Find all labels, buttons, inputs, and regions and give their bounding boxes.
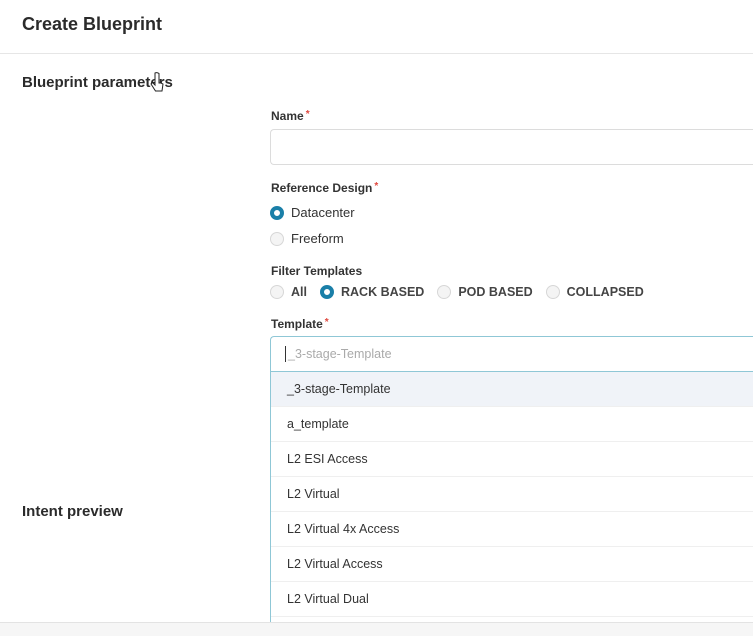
filter-option-rack-based[interactable]: RACK BASED [319,285,425,299]
radio-unchecked-icon[interactable] [545,285,560,299]
dropdown-option[interactable]: _3-stage-Template [271,372,753,407]
name-label: Name * [271,109,310,123]
option-label: COLLAPSED [566,285,644,299]
template-dropdown-menu: _3-stage-Template a_template L2 ESI Acce… [270,372,753,622]
reference-design-label: Reference Design * [271,181,378,195]
filter-option-all[interactable]: All [270,285,307,299]
option-label: RACK BASED [340,285,425,299]
filter-option-pod-based[interactable]: POD BASED [437,285,533,299]
template-label-text: Template [271,317,323,331]
dropdown-option[interactable]: L2 Virtual Dual [271,582,753,617]
page-header: Create Blueprint [0,0,753,54]
intent-preview-title: Intent preview [22,503,123,520]
option-label: All [291,285,307,299]
template-label: Template * [271,317,329,331]
name-label-text: Name [271,109,304,123]
dropdown-option[interactable]: L2 ESI Access [271,442,753,477]
reference-design-label-text: Reference Design [271,181,373,195]
option-label: POD BASED [458,285,533,299]
bottom-bar [0,622,753,636]
name-required-mark: * [305,109,310,120]
reference-design-required-mark: * [374,181,379,192]
template-select-placeholder: _3-stage-Template [288,347,392,361]
radio-unchecked-icon[interactable] [270,285,284,299]
filter-templates-radio-group: All RACK BASED POD BASED COLLAPSED [270,285,657,299]
name-input[interactable] [270,129,753,165]
create-blueprint-page: Create Blueprint Blueprint parameters Na… [0,0,753,636]
radio-unchecked-icon[interactable] [270,231,284,246]
filter-templates-label-text: Filter Templates [271,264,363,278]
option-label: Freeform [291,231,344,246]
reference-design-option-freeform[interactable]: Freeform [270,231,344,246]
text-caret [285,346,286,362]
page-title: Create Blueprint [22,14,163,34]
reference-design-option-datacenter[interactable]: Datacenter [270,205,355,220]
option-label: Datacenter [291,205,355,220]
radio-unchecked-icon[interactable] [437,285,452,299]
radio-checked-icon[interactable] [270,205,284,220]
dropdown-option[interactable]: L2 Virtual Access [271,547,753,582]
dropdown-option[interactable]: L2 Virtual 4x Access [271,512,753,547]
template-select[interactable]: _3-stage-Template [270,336,753,372]
dropdown-option[interactable]: L2 Virtual [271,477,753,512]
filter-option-collapsed[interactable]: COLLAPSED [545,285,644,299]
mouse-pointer-icon [150,72,164,92]
dropdown-option[interactable]: a_template [271,407,753,442]
template-required-mark: * [324,317,329,328]
filter-templates-label: Filter Templates [271,264,362,278]
radio-checked-icon[interactable] [319,285,334,299]
